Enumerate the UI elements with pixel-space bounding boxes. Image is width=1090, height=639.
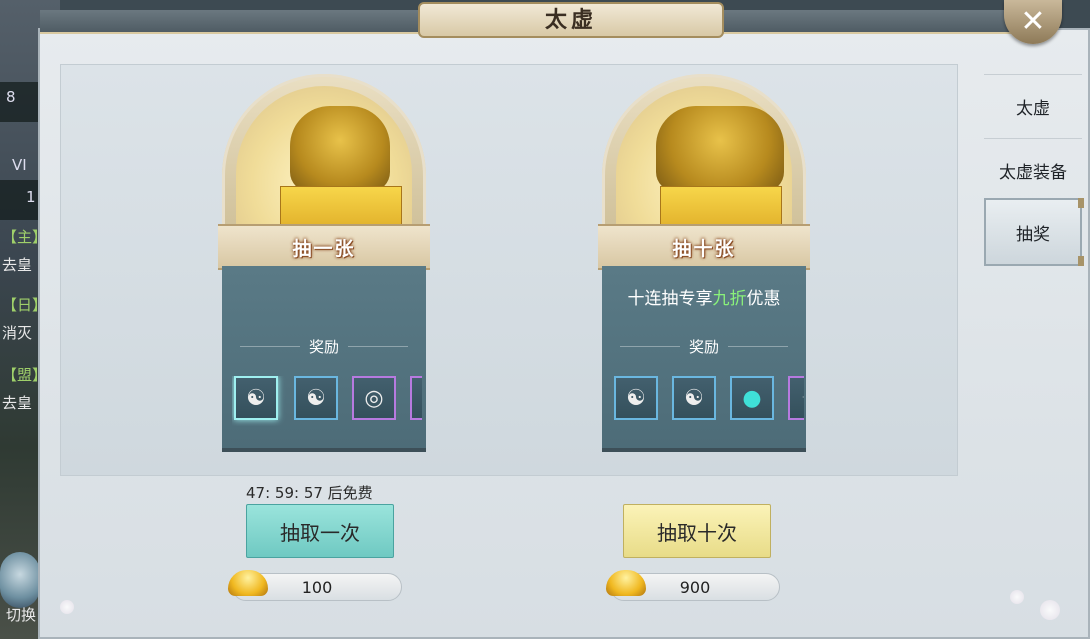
- tab-chip-text: 1: [26, 188, 36, 206]
- promo-suffix: 优惠: [746, 289, 781, 309]
- card-ribbon-label: 抽一张: [292, 237, 356, 260]
- content-area: [60, 64, 958, 476]
- golden-dragon-statue-icon: [656, 106, 784, 192]
- ring-icon[interactable]: ◎: [352, 376, 396, 420]
- free-draw-timer: 47: 59: 57 后免费: [246, 484, 373, 502]
- blossom-icon: [60, 600, 74, 614]
- taiji-pendant-icon[interactable]: ☯: [294, 376, 338, 420]
- tab-label: 抽奖: [1016, 224, 1050, 245]
- draw-one-button[interactable]: 抽取一次: [246, 504, 394, 558]
- tab-taixu[interactable]: 太虚: [984, 74, 1082, 137]
- title-bar: 太虚 ✕: [0, 0, 1090, 44]
- promo-text: 十连抽专享九折优惠: [602, 284, 806, 309]
- draw-ten-card: 抽十张 十连抽专享九折优惠 奖励 ☯ ☯ ● ✦: [598, 74, 810, 454]
- cost-value: 900: [679, 577, 711, 597]
- chat-text: 去皇: [2, 394, 33, 412]
- draw-one-label: 抽取一次: [280, 520, 360, 545]
- reward-items: ☯ ☯ ◎ ✦: [232, 376, 422, 426]
- golden-dragon-statue-icon: [290, 106, 390, 192]
- player-level-chip: 8: [0, 82, 38, 122]
- draw-ten-button[interactable]: 抽取十次: [623, 504, 771, 558]
- cost-value: 100: [301, 577, 333, 597]
- card-ribbon-label: 抽十张: [672, 237, 736, 260]
- charm-icon[interactable]: ✦: [410, 376, 422, 420]
- switch-label: 切换: [6, 606, 37, 624]
- divider: [728, 346, 788, 347]
- tab-ornament: [1078, 256, 1084, 266]
- blossom-icon: [1040, 600, 1060, 620]
- chat-text: 去皇: [2, 256, 33, 274]
- card-body: 奖励 ☯ ☯ ◎ ✦: [222, 266, 426, 452]
- draw-ten-label: 抽取十次: [657, 520, 737, 545]
- level-text: 8: [6, 88, 16, 106]
- tab-label: 太虚装备: [999, 162, 1067, 183]
- card-body: 十连抽专享九折优惠 奖励 ☯ ☯ ● ✦: [602, 266, 806, 452]
- switch-orb-icon[interactable]: [0, 552, 40, 608]
- close-icon: ✕: [1020, 4, 1046, 39]
- vip-text: VI: [12, 156, 27, 174]
- promo-highlight: 九折: [712, 289, 747, 309]
- chat-text: 消灭: [2, 324, 33, 342]
- tab-lottery[interactable]: 抽奖: [984, 198, 1082, 266]
- tab-chip: 1: [0, 180, 38, 220]
- card-ribbon: 抽一张: [218, 224, 430, 270]
- tab-label: 太虚: [1016, 98, 1050, 119]
- window-title: 太虚: [418, 2, 724, 38]
- draw-one-card: 抽一张 奖励 ☯ ☯ ◎ ✦: [218, 74, 430, 454]
- promo-prefix: 十连抽专享: [627, 289, 713, 309]
- tab-ornament: [1078, 198, 1084, 208]
- reward-items: ☯ ☯ ● ✦: [614, 376, 804, 426]
- orb-icon[interactable]: ●: [730, 376, 774, 420]
- boots-icon[interactable]: ☯: [614, 376, 658, 420]
- belt-icon[interactable]: ☯: [672, 376, 716, 420]
- divider: [348, 346, 408, 347]
- taiji-bracelet-icon[interactable]: ☯: [234, 376, 278, 420]
- charm-icon[interactable]: ✦: [788, 376, 804, 420]
- blossom-icon: [1010, 590, 1024, 604]
- tab-taixu-equipment[interactable]: 太虚装备: [984, 138, 1082, 201]
- card-ribbon: 抽十张: [598, 224, 810, 270]
